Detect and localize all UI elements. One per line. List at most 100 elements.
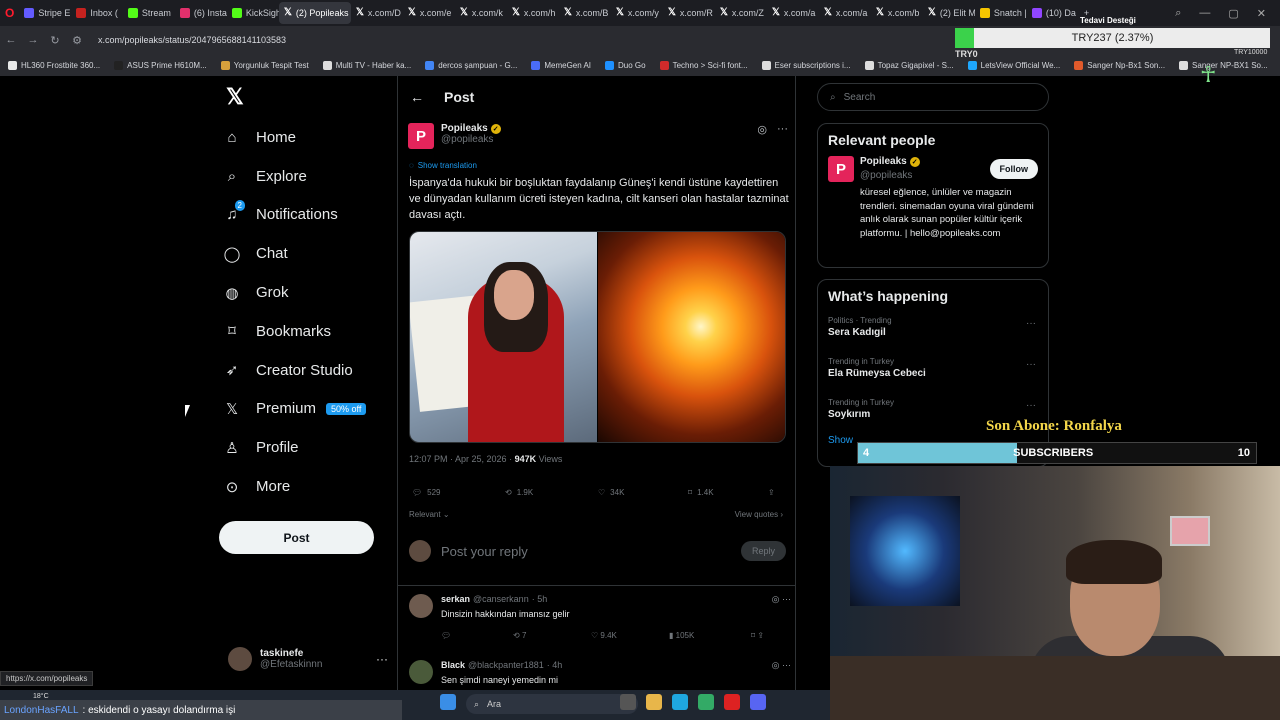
bookmark-item[interactable]: LetsView Official We... bbox=[967, 60, 1060, 70]
browser-tab[interactable]: 𝕏x.com/B bbox=[559, 2, 611, 24]
bookmark-item[interactable]: Techno > Sci-fi font... bbox=[659, 60, 748, 70]
browser-tab[interactable]: Snatch | bbox=[975, 2, 1027, 24]
views-action[interactable]: ▮ 105K bbox=[669, 631, 751, 640]
browser-tab[interactable]: Inbox ( bbox=[71, 2, 123, 24]
more-dots-icon[interactable]: ··· bbox=[376, 652, 388, 666]
bookmark-action[interactable]: ⌑ 1.4K bbox=[688, 488, 768, 497]
comment[interactable]: serkan @canserkann · 5h ◎ ··· Dinsizin hakk… bbox=[409, 594, 791, 654]
share-action[interactable]: ⇪ bbox=[768, 488, 775, 497]
browser-tab[interactable]: 𝕏x.com/b bbox=[871, 2, 923, 24]
browser-tab[interactable]: 𝕏x.com/k bbox=[455, 2, 507, 24]
edge-icon[interactable] bbox=[672, 694, 688, 710]
browser-tab[interactable]: 𝕏 (2) Elit M bbox=[923, 2, 975, 24]
bookmark-item[interactable]: MemeGen AI bbox=[531, 60, 591, 70]
bookmark-item[interactable]: Duo Go bbox=[605, 60, 646, 70]
bookmark-item[interactable]: Topaz Gigapixel - S... bbox=[864, 60, 954, 70]
comment-author[interactable]: serkan bbox=[441, 594, 470, 605]
browser-tab[interactable]: KickSigh bbox=[227, 2, 279, 24]
close-icon[interactable]: ✕ bbox=[1257, 7, 1266, 20]
reply-action[interactable]: 💬︎ 529 bbox=[412, 488, 505, 497]
nav-item-notifications[interactable]: ♫ 2 Notifications bbox=[222, 196, 392, 235]
nav-item-grok[interactable]: ◍ Grok bbox=[222, 273, 392, 312]
browser-tab[interactable]: 𝕏 (2) Popileaks o bbox=[278, 2, 351, 24]
bookmark-item[interactable]: HL360 Frostbite 360... bbox=[8, 60, 100, 70]
search-icon[interactable]: ⌕ bbox=[1175, 7, 1181, 20]
browser-tab[interactable]: 𝕏x.com/a bbox=[767, 2, 819, 24]
browser-tab[interactable]: 𝕏x.com/e bbox=[403, 2, 455, 24]
author-handle[interactable]: @popileaks bbox=[441, 134, 501, 145]
back-icon[interactable]: ← bbox=[0, 34, 22, 46]
chrome-icon[interactable] bbox=[698, 694, 714, 710]
nav-item-bookmarks[interactable]: ⌑ Bookmarks bbox=[222, 312, 392, 351]
popileaks-avatar[interactable]: P bbox=[408, 123, 434, 149]
nav-item-explore[interactable]: ⌕ Explore bbox=[222, 157, 392, 196]
more-dots-icon[interactable]: ··· bbox=[1026, 318, 1036, 329]
url-field[interactable]: x.com/popileaks/status/20479656881411035… bbox=[98, 35, 286, 45]
follow-button[interactable]: Follow bbox=[989, 159, 1038, 179]
browser-tab[interactable]: Stream bbox=[123, 2, 175, 24]
more-dots-icon[interactable]: ··· bbox=[777, 123, 788, 149]
taskbar-search[interactable]: ⌕ Ara bbox=[466, 694, 638, 714]
browser-tab[interactable]: (6) Insta bbox=[175, 2, 227, 24]
bookmark-item[interactable]: Multi TV - Haber ka... bbox=[322, 60, 411, 70]
browser-tab[interactable]: 𝕏x.com/a bbox=[819, 2, 871, 24]
avatar[interactable] bbox=[409, 594, 433, 618]
media-photo-sun[interactable] bbox=[597, 232, 785, 442]
like-action[interactable]: ♡ 34K bbox=[598, 488, 688, 497]
task-view-icon[interactable] bbox=[620, 694, 636, 710]
opera-icon[interactable] bbox=[724, 694, 740, 710]
nav-item-home[interactable]: ⌂ Home bbox=[222, 118, 392, 157]
nav-item-premium[interactable]: 𝕏 Premium 50% off bbox=[222, 390, 392, 429]
nav-item-creator-studio[interactable]: ➶ Creator Studio bbox=[222, 351, 392, 390]
browser-tab[interactable]: (10) Da bbox=[1027, 2, 1079, 24]
reload-icon[interactable]: ↻ bbox=[44, 34, 66, 47]
reply-input[interactable]: Post your reply bbox=[441, 544, 528, 559]
post-time[interactable]: 12:07 PM · Apr 25, 2026 · bbox=[409, 454, 515, 464]
nav-item-more[interactable]: ⊙ More bbox=[222, 467, 392, 506]
comment-time[interactable]: · 4h bbox=[547, 660, 563, 671]
bookmark-item[interactable]: Sanger Np-Bx1 Son... bbox=[1074, 60, 1165, 70]
author-name[interactable]: Popileaks bbox=[441, 123, 488, 134]
person-handle[interactable]: @popileaks bbox=[860, 170, 912, 181]
browser-tab[interactable]: 𝕏x.com/h bbox=[507, 2, 559, 24]
forward-icon[interactable]: → bbox=[22, 34, 44, 46]
bookmark-item[interactable]: Yorgunluk Tespit Test bbox=[220, 60, 309, 70]
comment-author[interactable]: Black bbox=[441, 660, 465, 671]
show-translation-link[interactable]: ◌ Show translation bbox=[409, 161, 477, 170]
comment-handle[interactable]: @blackpanter1881 bbox=[468, 660, 544, 671]
more-dots-icon[interactable]: ··· bbox=[1026, 400, 1036, 411]
media-photo-woman[interactable] bbox=[410, 232, 597, 442]
post-button[interactable]: Post bbox=[219, 521, 374, 554]
person-name[interactable]: Popileaks bbox=[860, 156, 907, 167]
browser-tab[interactable]: Stripe E bbox=[19, 2, 71, 24]
avatar[interactable] bbox=[409, 660, 433, 684]
comment-handle[interactable]: @canserkann bbox=[473, 594, 529, 605]
nav-item-chat[interactable]: ◯ Chat bbox=[222, 234, 392, 273]
like-action[interactable]: ♡ 9.4K bbox=[591, 631, 669, 640]
minimize-icon[interactable]: — bbox=[1199, 7, 1210, 20]
popileaks-avatar[interactable]: P bbox=[828, 156, 854, 182]
more-dots-icon[interactable]: ··· bbox=[1026, 359, 1036, 370]
bookmark-icon[interactable]: ⌑ ⇪ bbox=[751, 631, 764, 640]
post-media[interactable] bbox=[409, 231, 786, 443]
reply-button[interactable]: Reply bbox=[740, 541, 786, 561]
weather-widget[interactable]: 18°C bbox=[33, 693, 49, 700]
discord-icon[interactable] bbox=[750, 694, 766, 710]
grok-icon[interactable]: ◎ ··· bbox=[772, 594, 791, 605]
trend-item[interactable]: Trending in Turkey Ela Rümeysa Cebeci ··· bbox=[818, 353, 1048, 394]
bookmark-item[interactable]: ASUS Prime H610M... bbox=[114, 60, 207, 70]
browser-tab[interactable]: 𝕏x.com/D bbox=[351, 2, 403, 24]
search-input[interactable]: ⌕ Search bbox=[817, 83, 1049, 111]
maximize-icon[interactable]: ▢ bbox=[1228, 7, 1238, 20]
browser-tab[interactable]: 𝕏x.com/R bbox=[663, 2, 715, 24]
comment-time[interactable]: · 5h bbox=[532, 594, 548, 605]
grok-icon[interactable]: ◎ ··· bbox=[772, 660, 791, 671]
grok-icon[interactable]: ◎ bbox=[757, 123, 767, 149]
account-switcher[interactable]: taskinefe @Efetaskinnn ··· bbox=[228, 643, 388, 675]
view-quotes-link[interactable]: View quotes › bbox=[735, 510, 783, 519]
browser-tab[interactable]: 𝕏x.com/y bbox=[611, 2, 663, 24]
back-arrow-icon[interactable]: ← bbox=[410, 89, 424, 105]
reply-icon[interactable]: 💬︎ bbox=[441, 631, 513, 640]
nav-item-profile[interactable]: ♙ Profile bbox=[222, 428, 392, 467]
sort-dropdown[interactable]: Relevant ⌄ bbox=[409, 510, 450, 519]
